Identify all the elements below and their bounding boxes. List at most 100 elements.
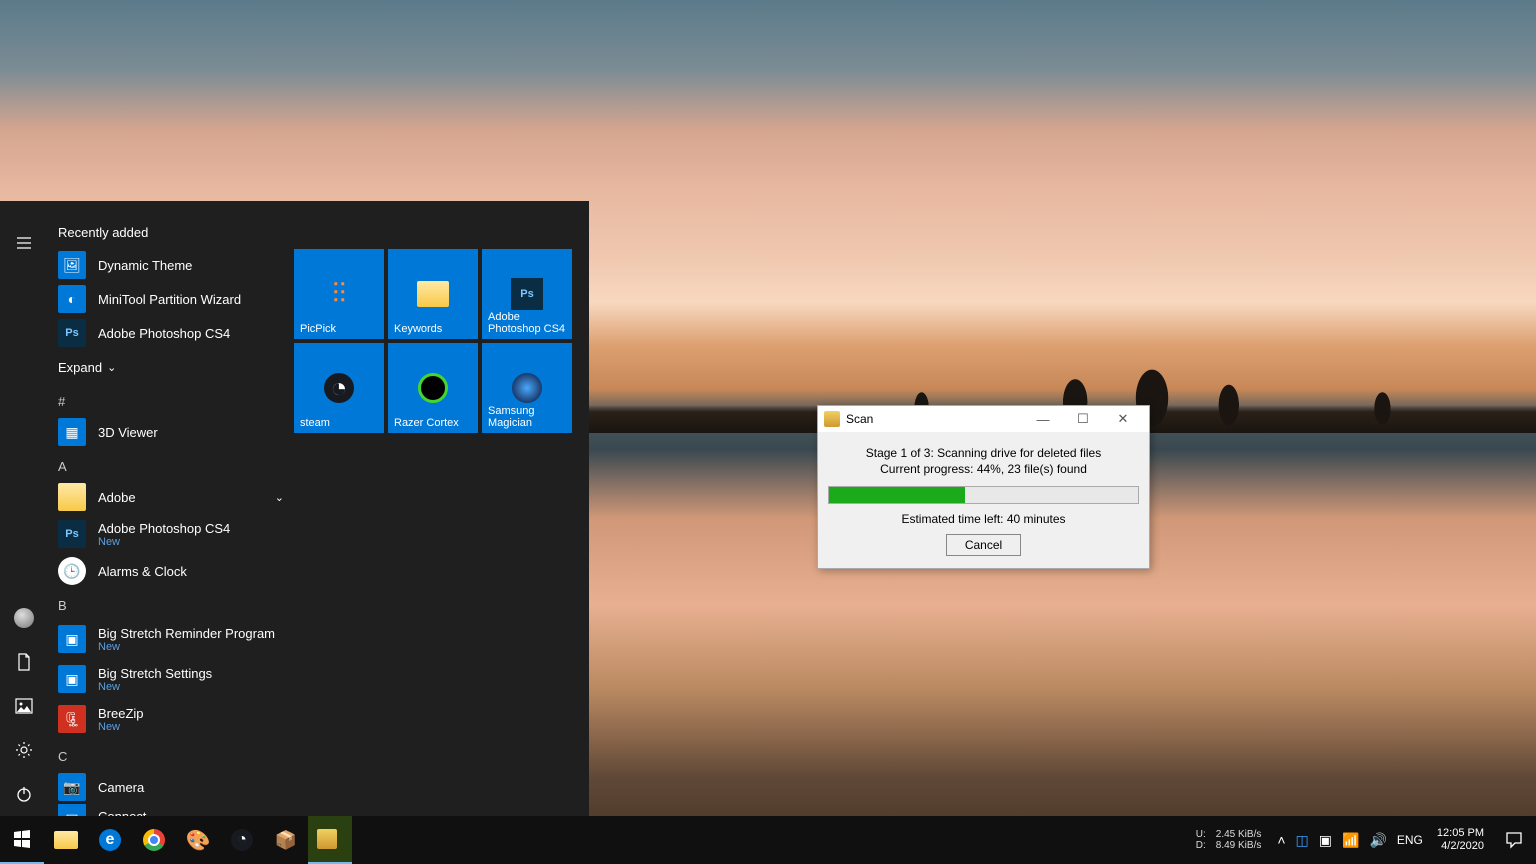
- tile-photoshop[interactable]: Ps Adobe Photoshop CS4: [482, 249, 572, 339]
- hamburger-button[interactable]: [0, 221, 48, 265]
- scan-body: Stage 1 of 3: Scanning drive for deleted…: [818, 432, 1149, 568]
- scan-title: Scan: [846, 412, 1023, 426]
- tile-label: PicPick: [300, 323, 380, 335]
- power-button[interactable]: [0, 772, 48, 816]
- start-rail: [0, 201, 48, 816]
- taskbar-chrome[interactable]: [132, 816, 176, 864]
- tile-razer-cortex[interactable]: Razer Cortex: [388, 343, 478, 433]
- pictures-icon: [15, 698, 33, 714]
- folder-icon: [417, 281, 449, 307]
- tray-sync-icon[interactable]: ◫: [1296, 832, 1309, 849]
- clock-date: 4/2/2020: [1437, 840, 1484, 853]
- scan-titlebar[interactable]: Scan — ☐ ✕: [818, 406, 1149, 432]
- app-label: Alarms & Clock: [98, 564, 187, 579]
- settings-button[interactable]: [0, 728, 48, 772]
- photoshop-icon: Ps: [511, 278, 543, 310]
- app-alarms-clock[interactable]: 🕒 Alarms & Clock: [48, 554, 294, 588]
- taskbar-file-explorer[interactable]: [44, 816, 88, 864]
- app-label: Adobe Photoshop CS4: [98, 326, 230, 341]
- app-label: 3D Viewer: [98, 425, 158, 440]
- recuva-icon: [824, 411, 840, 427]
- app-label: Big Stretch Reminder Program: [98, 626, 275, 641]
- tile-label: Samsung Magician: [488, 405, 568, 429]
- scan-progress-text: Current progress: 44%, 23 file(s) found: [828, 462, 1139, 476]
- minimize-button[interactable]: —: [1023, 406, 1063, 432]
- app-big-stretch-settings[interactable]: ▣ Big Stretch Settings New: [48, 659, 294, 699]
- app-camera[interactable]: 📷 Camera: [48, 770, 294, 804]
- app-label: MiniTool Partition Wizard: [98, 292, 241, 307]
- app-label: Camera: [98, 780, 144, 795]
- gear-icon: [15, 741, 33, 759]
- letter-hash[interactable]: #: [48, 384, 294, 415]
- expand-label: Expand: [58, 360, 102, 375]
- letter-a[interactable]: A: [48, 449, 294, 480]
- photoshop-icon: Ps: [58, 520, 86, 548]
- tile-keywords[interactable]: Keywords: [388, 249, 478, 339]
- desktop-wallpaper: Recently added 🖼 Dynamic Theme ◐ MiniToo…: [0, 0, 1536, 864]
- chevron-down-icon: ⌄: [275, 491, 284, 504]
- action-center-button[interactable]: [1492, 816, 1536, 864]
- app-breezip[interactable]: 🗜 BreeZip New: [48, 699, 294, 739]
- scan-eta: Estimated time left: 40 minutes: [828, 512, 1139, 526]
- taskbar-recuva[interactable]: [308, 816, 352, 864]
- documents-button[interactable]: [0, 640, 48, 684]
- tile-samsung-magician[interactable]: Samsung Magician: [482, 343, 572, 433]
- app-label: Big Stretch Settings: [98, 666, 212, 681]
- tray-chevron-icon[interactable]: ˄: [1277, 832, 1285, 848]
- letter-b[interactable]: B: [48, 588, 294, 619]
- progress-fill: [829, 487, 965, 503]
- start-tiles: ⫶⫶ PicPick Keywords Ps Adobe Photoshop C…: [294, 201, 589, 816]
- power-icon: [15, 785, 33, 803]
- expand-recently-added[interactable]: Expand ⌄: [48, 350, 294, 384]
- tile-label: Adobe Photoshop CS4: [488, 311, 568, 335]
- app-label: Dynamic Theme: [98, 258, 192, 273]
- app-minitool-partition[interactable]: ◐ MiniTool Partition Wizard: [48, 282, 294, 316]
- start-button[interactable]: [0, 816, 44, 864]
- tray-volume-icon[interactable]: 🔊: [1369, 832, 1386, 849]
- app-label: Connect: [98, 809, 146, 817]
- chrome-icon: [143, 829, 165, 851]
- razer-icon: [418, 373, 448, 403]
- taskbar-clock[interactable]: 12:05 PM 4/2/2020: [1429, 827, 1492, 853]
- app-3d-viewer[interactable]: ▦ 3D Viewer: [48, 415, 294, 449]
- tray-security-icon[interactable]: ▣: [1319, 832, 1332, 849]
- tile-label: Keywords: [394, 323, 474, 335]
- app-connect[interactable]: ▭ Connect: [48, 804, 294, 816]
- close-button[interactable]: ✕: [1103, 406, 1143, 432]
- taskbar: e 🎨 ◔ 📦 U:2.45 KiB/s D:8.49 KiB/s ˄ ◫ ▣ …: [0, 816, 1536, 864]
- picpick-icon: ⫶⫶: [332, 278, 346, 311]
- app-photoshop-cs4-a[interactable]: Ps Adobe Photoshop CS4 New: [48, 514, 294, 554]
- cancel-button[interactable]: Cancel: [946, 534, 1021, 556]
- start-app-list: Recently added 🖼 Dynamic Theme ◐ MiniToo…: [48, 201, 294, 816]
- folder-icon: [58, 483, 86, 511]
- pictures-button[interactable]: [0, 684, 48, 728]
- dynamic-theme-icon: 🖼: [58, 251, 86, 279]
- account-button[interactable]: [0, 596, 48, 640]
- folder-adobe[interactable]: Adobe ⌄: [48, 480, 294, 514]
- app-photoshop-cs4[interactable]: Ps Adobe Photoshop CS4: [48, 316, 294, 350]
- tile-steam[interactable]: ◔ steam: [294, 343, 384, 433]
- app-big-stretch-reminder[interactable]: ▣ Big Stretch Reminder Program New: [48, 619, 294, 659]
- app-dynamic-theme[interactable]: 🖼 Dynamic Theme: [48, 248, 294, 282]
- big-stretch-settings-icon: ▣: [58, 665, 86, 693]
- folder-label: Adobe: [98, 490, 136, 505]
- tile-label: Razer Cortex: [394, 417, 474, 429]
- taskbar-paint[interactable]: 🎨: [176, 816, 220, 864]
- progress-bar: [828, 486, 1139, 504]
- upload-value: 2.45 KiB/s: [1216, 829, 1262, 840]
- connect-icon: ▭: [58, 804, 86, 816]
- tile-picpick[interactable]: ⫶⫶ PicPick: [294, 249, 384, 339]
- app-sub-new: New: [98, 536, 230, 548]
- folder-icon: [54, 831, 78, 849]
- app-sub-new: New: [98, 681, 212, 693]
- taskbar-steam[interactable]: ◔: [220, 816, 264, 864]
- taskbar-app-generic[interactable]: 📦: [264, 816, 308, 864]
- tray-wifi-icon[interactable]: 📶: [1342, 832, 1359, 849]
- tray-language[interactable]: ENG: [1397, 833, 1423, 847]
- system-tray: ˄ ◫ ▣ 📶 🔊 ENG: [1271, 832, 1429, 849]
- network-stats: U:2.45 KiB/s D:8.49 KiB/s: [1196, 829, 1262, 851]
- minitool-icon: ◐: [58, 285, 86, 313]
- letter-c[interactable]: C: [48, 739, 294, 770]
- taskbar-edge[interactable]: e: [88, 816, 132, 864]
- maximize-button[interactable]: ☐: [1063, 406, 1103, 432]
